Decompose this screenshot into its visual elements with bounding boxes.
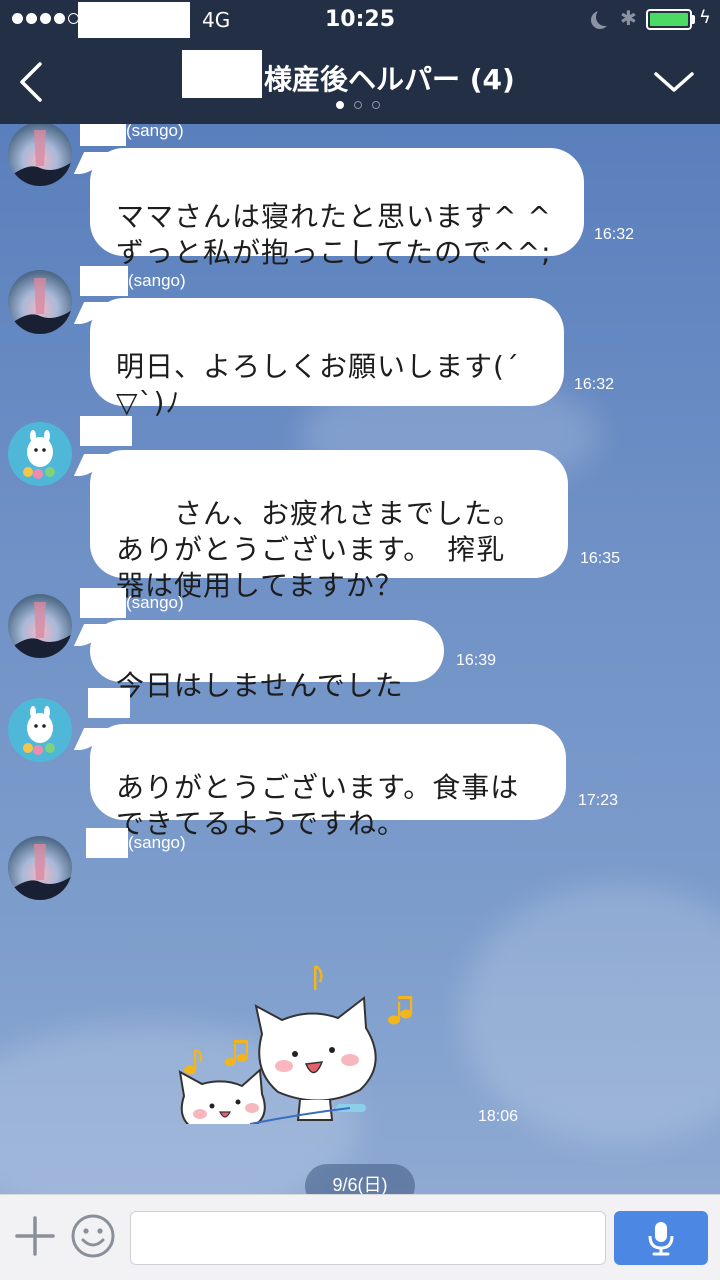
sender-suffix: (sango) (128, 833, 186, 852)
chat-header: 様産後ヘルパー (4) (0, 40, 720, 124)
message-time: 16:35 (580, 550, 621, 567)
sender-redaction (80, 124, 126, 146)
page-dot (354, 101, 362, 109)
message-bubble[interactable]: 今日はしませんでした (90, 620, 444, 702)
message-time: 16:32 (594, 226, 635, 243)
battery-icon (646, 9, 692, 30)
cloud-background (460, 884, 720, 1144)
chevron-left-icon[interactable] (14, 60, 54, 104)
avatar[interactable] (8, 836, 72, 900)
avatar[interactable] (8, 270, 72, 334)
message-text: 今日はしませんでした (116, 669, 404, 702)
page-dot (372, 101, 380, 109)
microphone-icon (648, 1222, 674, 1256)
chat-area[interactable]: (sango) ママさんは寝れたと思います^ ^ ずっと私が抱っこしてたので^^… (0, 124, 720, 1194)
message-bubble[interactable]: ママさんは寝れたと思います^ ^ ずっと私が抱っこしてたので^^; (90, 148, 584, 269)
cats-music-sticker[interactable] (160, 894, 430, 1124)
page-indicator (336, 101, 380, 109)
avatar[interactable] (8, 422, 72, 486)
sender-suffix: (sango) (128, 271, 186, 290)
plus-icon[interactable] (14, 1215, 56, 1257)
voice-message-button[interactable] (614, 1211, 708, 1265)
sender-redaction (80, 266, 128, 296)
sender-redaction (88, 688, 130, 718)
status-bar: 4G 10:25 ✱ ϟ (0, 0, 720, 40)
sender-name (80, 416, 132, 446)
sender-suffix: (sango) (126, 124, 184, 140)
chat-title[interactable]: 様産後ヘルパー (4) (264, 58, 515, 98)
sender-redaction (80, 416, 132, 446)
sender-suffix: (sango) (126, 593, 184, 612)
message-input[interactable] (130, 1211, 606, 1265)
message-bubble[interactable]: ありがとうございます。食事は できてるようですね。 (90, 724, 566, 840)
sender-name: (sango) (80, 124, 184, 146)
battery-tip (692, 15, 695, 24)
message-text: ママさんは寝れたと思います^ ^ ずっと私が抱っこしてたので^^; (116, 200, 552, 269)
message-bubble[interactable]: 明日、よろしくお願いします(´ ▽`)ﾉ (90, 298, 564, 419)
message-time: 16:39 (456, 652, 497, 669)
avatar[interactable] (8, 594, 72, 658)
chevron-down-icon[interactable] (652, 66, 696, 96)
message-text: さん、お疲れさまでした。 ありがとうございます。 搾乳 器は使用してますか？ (116, 497, 523, 602)
message-time: 17:23 (578, 792, 619, 809)
sender-name: (sango) (80, 588, 184, 618)
sender-redaction (86, 828, 128, 858)
message-input-bar (0, 1194, 720, 1280)
message-bubble[interactable]: さん、お疲れさまでした。 ありがとうございます。 搾乳 器は使用してますか？ (90, 450, 568, 602)
smiley-icon[interactable] (70, 1213, 116, 1259)
charging-icon: ϟ (699, 7, 711, 28)
message-time: 18:06 (478, 1108, 519, 1125)
group-name-redaction (182, 50, 262, 98)
message-time: 16:32 (574, 376, 615, 393)
do-not-disturb-icon (596, 8, 614, 26)
sender-name: (sango) (80, 828, 186, 858)
bluetooth-icon: ✱ (620, 6, 637, 30)
page-dot (336, 101, 344, 109)
sender-name: (sango) (80, 266, 186, 296)
avatar[interactable] (8, 124, 72, 186)
sender-name (80, 688, 130, 718)
date-divider: 9/6(日) (305, 1164, 415, 1194)
avatar[interactable] (8, 698, 72, 762)
sender-redaction (80, 588, 126, 618)
